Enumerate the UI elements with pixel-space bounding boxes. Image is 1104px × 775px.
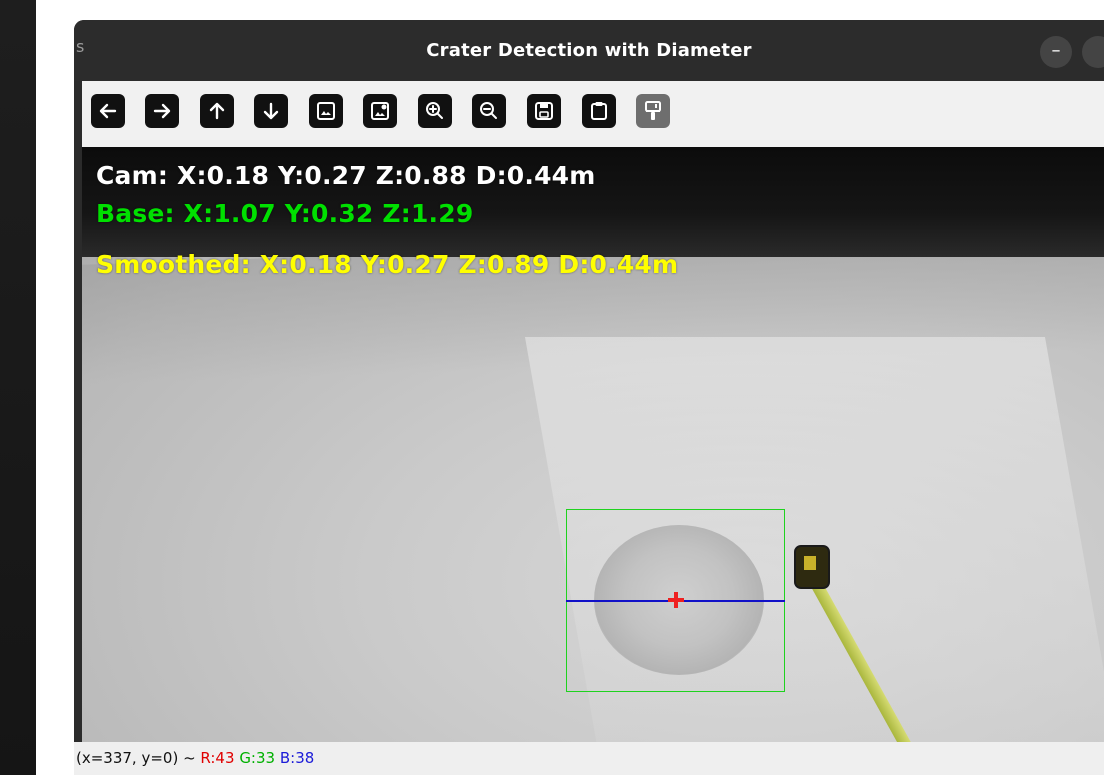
image-settings-icon (371, 102, 389, 120)
save-button[interactable] (527, 94, 561, 128)
camera-image-canvas[interactable]: Cam: X:0.18 Y:0.27 Z:0.88 D:0.44m Base: … (82, 147, 1104, 742)
zoom-in-icon (426, 102, 443, 119)
copy-to-clipboard-button[interactable] (582, 94, 616, 128)
image-properties-button[interactable] (363, 94, 397, 128)
paint-brush-icon (645, 101, 661, 120)
clipboard-icon (591, 102, 607, 120)
cursor-coordinates: (x=337, y=0) ~ (76, 749, 201, 767)
desktop-gap (40, 0, 74, 775)
arrow-down-icon (263, 102, 279, 120)
pan-down-button[interactable] (254, 94, 288, 128)
arrow-right-icon (153, 103, 171, 119)
zoom-in-button[interactable] (418, 94, 452, 128)
properties-button[interactable] (636, 94, 670, 128)
status-bar: (x=337, y=0) ~ R:43 G:33 B:38 (74, 742, 1104, 775)
title-bar[interactable]: s Crater Detection with Diameter – (74, 20, 1104, 81)
save-icon (535, 102, 553, 120)
zoom-out-button[interactable] (472, 94, 506, 128)
pixel-green-value: G:33 (239, 749, 276, 767)
arrow-up-icon (209, 102, 225, 120)
pan-left-button[interactable] (91, 94, 125, 128)
base-coordinates-label: Base: X:1.07 Y:0.32 Z:1.29 (96, 199, 474, 228)
pan-up-button[interactable] (200, 94, 234, 128)
image-icon (317, 102, 335, 120)
smoothed-coordinates-label: Smoothed: X:0.18 Y:0.27 Z:0.89 D:0.44m (96, 250, 679, 279)
pan-right-button[interactable] (145, 94, 179, 128)
pixel-blue-value: B:38 (279, 749, 315, 767)
tape-measure-body (794, 545, 830, 589)
image-viewer-window: s Crater Detection with Diameter – Cam: … (74, 20, 1104, 775)
background-desktop-strip (0, 0, 40, 775)
pixel-red-value: R:43 (200, 749, 235, 767)
minimize-button[interactable]: – (1040, 36, 1072, 68)
toolbar (82, 81, 1104, 147)
window-title: Crater Detection with Diameter (426, 40, 752, 61)
arrow-left-icon (99, 103, 117, 119)
cam-coordinates-label: Cam: X:0.18 Y:0.27 Z:0.88 D:0.44m (96, 161, 596, 190)
crater-center-marker (668, 592, 684, 608)
zoom-out-icon (480, 102, 497, 119)
zoom-fit-button[interactable] (309, 94, 343, 128)
